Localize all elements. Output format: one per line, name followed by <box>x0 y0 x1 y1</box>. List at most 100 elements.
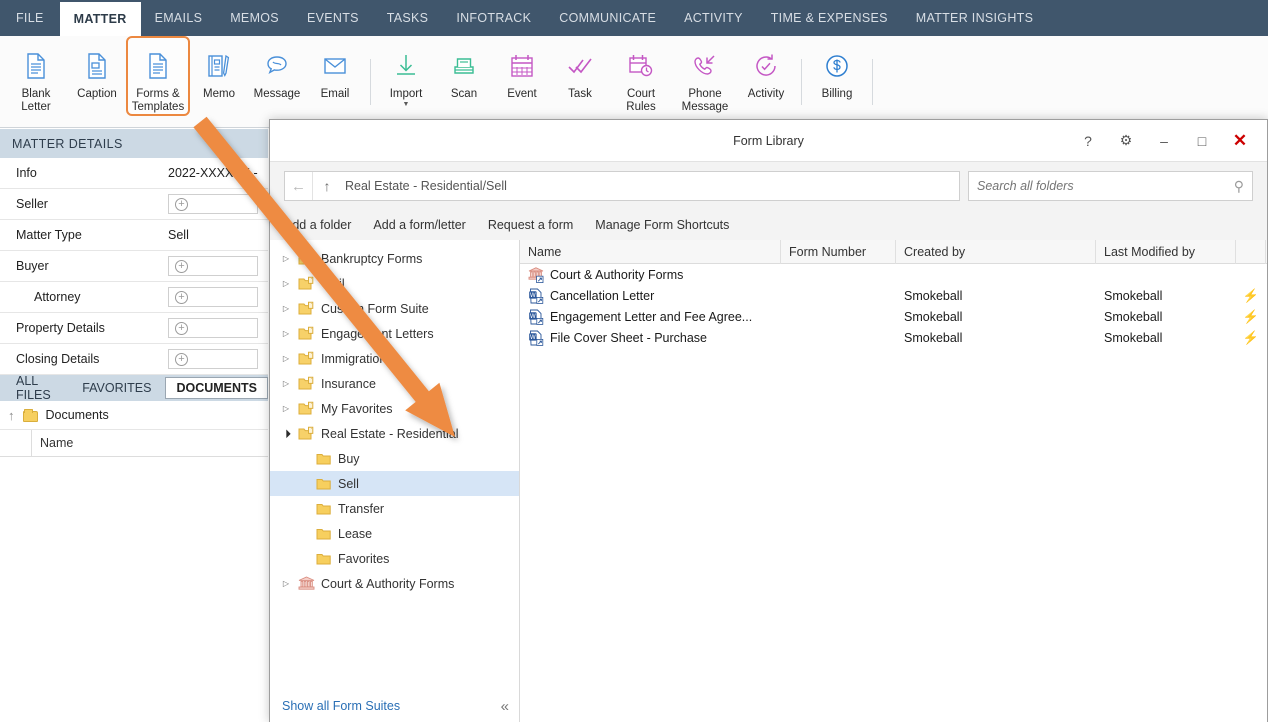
add-field-button[interactable]: + <box>168 287 258 307</box>
tree-node-engagement-letters[interactable]: ▷ Engagement Letters <box>270 321 519 346</box>
matter-file-tab-documents[interactable]: DOCUMENTS <box>165 377 268 399</box>
tree-node-bankruptcy-forms[interactable]: ▷ Bankruptcy Forms <box>270 246 519 271</box>
column-header-extra[interactable] <box>1236 240 1266 264</box>
table-row[interactable]: W Engagement Letter and Fee Agree... Smoke… <box>520 306 1267 327</box>
ribbon-button-memo[interactable]: Memo <box>190 36 248 103</box>
column-header-last-modified-by[interactable]: Last Modified by <box>1096 240 1236 264</box>
auto-fill-lightning-icon[interactable]: ⚡ <box>1236 288 1266 304</box>
help-icon[interactable]: ? <box>1069 126 1107 156</box>
tree-node-transfer[interactable]: Transfer <box>270 496 519 521</box>
column-header-form-number[interactable]: Form Number <box>781 240 896 264</box>
up-level-icon[interactable]: ↑ <box>313 172 341 200</box>
table-row[interactable]: W Cancellation Letter Smokeball Smokeball ⚡ <box>520 285 1267 306</box>
ribbon-button-billing[interactable]: Billing <box>808 36 866 103</box>
chevron-right-icon[interactable]: ▷ <box>280 404 292 413</box>
tree-node-buy[interactable]: Buy <box>270 446 519 471</box>
gear-icon[interactable]: ⚙ <box>1107 126 1145 156</box>
tree-node-custom-form-suite[interactable]: ▷ Custom Form Suite <box>270 296 519 321</box>
message-bubble-icon <box>262 44 292 88</box>
chevron-down-icon[interactable]: ◢ <box>279 426 294 441</box>
tab-time-expenses[interactable]: TIME & EXPENSES <box>757 0 902 36</box>
tab-events[interactable]: EVENTS <box>293 0 373 36</box>
ribbon-separator <box>801 59 802 105</box>
ribbon-button-task[interactable]: Task <box>551 36 609 103</box>
chevron-right-icon[interactable]: ▷ <box>280 304 292 313</box>
action-request-a-form[interactable]: Request a form <box>488 218 573 232</box>
matter-row[interactable]: Matter Type Sell <box>0 220 268 251</box>
ribbon-button-forms-templates[interactable]: Forms & Templates <box>126 36 190 116</box>
chevron-right-icon[interactable]: ▷ <box>280 354 292 363</box>
up-arrow-icon[interactable]: ↑ <box>8 408 15 423</box>
matter-file-tab-all-files[interactable]: ALL FILES <box>6 374 68 402</box>
search-box[interactable]: ⚲ <box>968 171 1253 201</box>
tab-infotrack[interactable]: INFOTRACK <box>442 0 545 36</box>
path-bar[interactable]: ← ↑ Real Estate - Residential/Sell <box>284 171 960 201</box>
tab-emails[interactable]: EMAILS <box>141 0 217 36</box>
add-field-button[interactable]: + <box>168 256 258 276</box>
tree-node-lease[interactable]: Lease <box>270 521 519 546</box>
add-field-button[interactable]: + <box>168 318 258 338</box>
search-input[interactable] <box>977 179 1234 193</box>
tree-node-court-authority-forms[interactable]: ▷ Court & Authority Forms <box>270 571 519 596</box>
tab-memos[interactable]: MEMOS <box>216 0 293 36</box>
matter-row[interactable]: Seller + <box>0 189 268 220</box>
chevron-right-icon[interactable]: ▷ <box>280 579 292 588</box>
ribbon-button-caption[interactable]: Caption <box>68 36 126 103</box>
ribbon-button-blank-letter[interactable]: Blank Letter <box>4 36 68 116</box>
tree-node-immigration[interactable]: ▷ Immigration <box>270 346 519 371</box>
folder-suite-icon <box>298 426 315 441</box>
ribbon-button-court-rules[interactable]: Court Rules <box>609 36 673 116</box>
matter-row[interactable]: Attorney + <box>0 282 268 313</box>
ribbon-button-email[interactable]: Email <box>306 36 364 103</box>
auto-fill-lightning-icon[interactable]: ⚡ <box>1236 330 1266 346</box>
close-icon[interactable]: ✕ <box>1221 126 1259 156</box>
tab-matter[interactable]: MATTER <box>59 2 141 36</box>
tab-communicate[interactable]: COMMUNICATE <box>545 0 670 36</box>
matter-row[interactable]: Property Details + <box>0 313 268 344</box>
tree-node-my-favorites[interactable]: ▷ My Favorites <box>270 396 519 421</box>
tree-node-sell[interactable]: Sell <box>270 471 519 496</box>
collapse-panel-icon[interactable]: « <box>501 698 509 715</box>
matter-row[interactable]: Buyer + <box>0 251 268 282</box>
chevron-right-icon[interactable]: ▷ <box>280 379 292 388</box>
add-field-button[interactable]: + <box>168 349 258 369</box>
tab-activity[interactable]: ACTIVITY <box>670 0 757 36</box>
ribbon-button-event[interactable]: Event <box>493 36 551 103</box>
matter-row[interactable]: Closing Details + <box>0 344 268 375</box>
minimize-icon[interactable]: – <box>1145 126 1183 156</box>
chevron-right-icon[interactable]: ▷ <box>280 279 292 288</box>
column-header-name[interactable]: Name <box>520 240 781 264</box>
auto-fill-lightning-icon[interactable]: ⚡ <box>1236 309 1266 325</box>
chevron-down-icon[interactable]: ▼ <box>403 101 410 108</box>
table-row[interactable]: W File Cover Sheet - Purchase Smokeball Smo… <box>520 327 1267 348</box>
show-all-form-suites-link[interactable]: Show all Form Suites <box>282 699 400 713</box>
search-icon[interactable]: ⚲ <box>1234 178 1244 195</box>
tree-node-real-estate-residential[interactable]: ◢ Real Estate - Residential <box>270 421 519 446</box>
action-add-a-form-letter[interactable]: Add a form/letter <box>373 218 465 232</box>
tab-file[interactable]: FILE <box>0 0 60 36</box>
tab-matter-insights[interactable]: MATTER INSIGHTS <box>902 0 1047 36</box>
ribbon-button-message[interactable]: Message <box>248 36 306 103</box>
folder-suite-icon <box>298 351 315 366</box>
tree-node-label: Favorites <box>338 551 390 566</box>
back-arrow-icon[interactable]: ← <box>285 172 313 200</box>
ribbon-button-scan[interactable]: Scan <box>435 36 493 103</box>
tab-tasks[interactable]: TASKS <box>373 0 443 36</box>
chevron-right-icon[interactable]: ▷ <box>280 254 292 263</box>
add-field-button[interactable]: + <box>168 194 258 214</box>
tree-node-favorites[interactable]: Favorites <box>270 546 519 571</box>
matter-file-tab-favorites[interactable]: FAVORITES <box>72 377 161 399</box>
ribbon-button-import[interactable]: Import ▼ <box>377 36 435 110</box>
ribbon-button-activity[interactable]: Activity <box>737 36 795 103</box>
table-row[interactable]: Court & Authority Forms <box>520 264 1267 285</box>
chevron-right-icon[interactable]: ▷ <box>280 329 292 338</box>
tree-node-civil[interactable]: ▷ Civil <box>270 271 519 296</box>
action-add-a-folder[interactable]: Add a folder <box>284 218 351 232</box>
tree-node-insurance[interactable]: ▷ Insurance <box>270 371 519 396</box>
action-manage-form-shortcuts[interactable]: Manage Form Shortcuts <box>595 218 729 232</box>
ribbon-button-phone-message[interactable]: Phone Message <box>673 36 737 116</box>
documents-breadcrumb[interactable]: ↑ Documents <box>0 401 268 430</box>
matter-row[interactable]: Info 2022-XXXXXX - <box>0 158 268 189</box>
column-header-created-by[interactable]: Created by <box>896 240 1096 264</box>
maximize-icon[interactable]: □ <box>1183 126 1221 156</box>
